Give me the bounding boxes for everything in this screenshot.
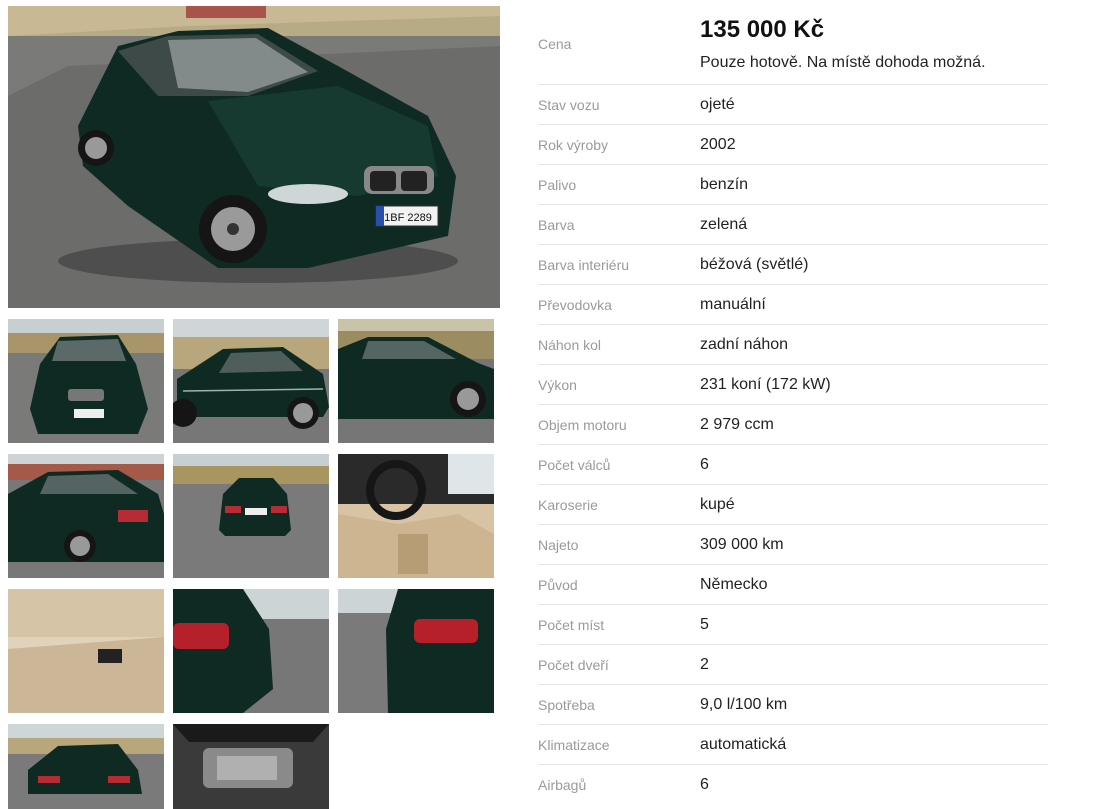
spec-label: Palivo xyxy=(538,176,577,193)
spec-label: Karoserie xyxy=(538,496,598,513)
spec-row: Najeto 309 000 km xyxy=(538,525,1048,565)
license-plate: 1BF 2289 xyxy=(384,212,432,224)
thumbnail-6[interactable] xyxy=(338,454,494,578)
spec-value: benzín xyxy=(700,175,749,193)
spec-row: Počet míst 5 xyxy=(538,605,1048,645)
spec-row: Náhon kol zadní náhon xyxy=(538,325,1048,365)
spec-row: Původ Německo xyxy=(538,565,1048,605)
spec-row: Převodovka manuální xyxy=(538,285,1048,325)
spec-label: Původ xyxy=(538,576,578,593)
spec-row: Palivo benzín xyxy=(538,165,1048,205)
spec-label: Najeto xyxy=(538,536,579,553)
spec-value: 309 000 km xyxy=(700,535,784,553)
spec-row: Výkon 231 koní (172 kW) xyxy=(538,365,1048,405)
spec-label: Stav vozu xyxy=(538,96,600,113)
spec-value: 2 979 ccm xyxy=(700,415,774,433)
spec-value: 5 xyxy=(700,615,709,633)
spec-table: Cena 135 000 Kč Pouze hotově. Na místě d… xyxy=(538,8,1048,804)
spec-value: kupé xyxy=(700,495,735,513)
spec-row: Počet válců 6 xyxy=(538,445,1048,485)
spec-value: manuální xyxy=(700,295,766,313)
spec-value: zadní náhon xyxy=(700,335,789,353)
spec-row: Spotřeba 9,0 l/100 km xyxy=(538,685,1048,725)
car-rear-thumb xyxy=(8,724,164,809)
thumbnail-1[interactable] xyxy=(8,319,164,443)
price-value: 135 000 Kč xyxy=(700,16,825,43)
spec-label: Spotřeba xyxy=(538,696,595,713)
spec-label: Objem motoru xyxy=(538,416,627,433)
car-rear-thumb xyxy=(173,454,329,578)
spec-row: Airbagů 6 xyxy=(538,765,1048,804)
main-photo[interactable]: 1BF 2289 xyxy=(8,6,500,308)
spec-label: Převodovka xyxy=(538,296,612,313)
price-row: Cena 135 000 Kč Pouze hotově. Na místě d… xyxy=(538,8,1048,85)
spec-value: 6 xyxy=(700,455,709,473)
thumbnail-8[interactable] xyxy=(173,589,329,713)
spec-row: Klimatizace automatická xyxy=(538,725,1048,765)
spec-value: 6 xyxy=(700,775,709,793)
thumbnail-5[interactable] xyxy=(173,454,329,578)
spec-label: Barva xyxy=(538,216,575,233)
spec-label: Rok výroby xyxy=(538,136,609,153)
car-front-photo: 1BF 2289 xyxy=(8,6,500,308)
thumbnail-7[interactable] xyxy=(8,589,164,713)
spec-label: Barva interiéru xyxy=(538,256,630,273)
engine-bay-thumb xyxy=(173,724,329,809)
rear-seats-thumb xyxy=(8,589,164,713)
car-rear-side-thumb xyxy=(8,454,164,578)
spec-label: Počet válců xyxy=(538,456,611,473)
spec-value: automatická xyxy=(700,735,787,753)
car-front-thumb xyxy=(8,319,164,443)
spec-value: zelená xyxy=(700,215,748,233)
spec-label: Výkon xyxy=(538,376,577,393)
interior-dashboard-thumb xyxy=(338,454,494,578)
spec-row: Počet dveří 2 xyxy=(538,645,1048,685)
price-note: Pouze hotově. Na místě dohoda možná. xyxy=(700,54,986,71)
spec-row: Rok výroby 2002 xyxy=(538,125,1048,165)
spec-label: Náhon kol xyxy=(538,336,602,353)
spec-row: Karoserie kupé xyxy=(538,485,1048,525)
spec-label: Klimatizace xyxy=(538,736,610,753)
car-side-thumb xyxy=(173,319,329,443)
spec-label: Airbagů xyxy=(538,776,587,793)
spec-label: Počet dveří xyxy=(538,656,609,673)
spec-value: 2 xyxy=(700,655,709,673)
thumbnail-2[interactable] xyxy=(173,319,329,443)
spec-label: Počet míst xyxy=(538,616,605,633)
car-taillight-thumb xyxy=(338,589,494,713)
thumbnail-9[interactable] xyxy=(338,589,494,713)
thumbnail-10[interactable] xyxy=(8,724,164,809)
spec-row: Barva interiéru béžová (světlé) xyxy=(538,245,1048,285)
spec-value: 9,0 l/100 km xyxy=(700,695,788,713)
car-side-thumb xyxy=(338,319,494,443)
spec-value: ojeté xyxy=(700,95,735,113)
spec-value: Německo xyxy=(700,575,768,593)
thumbnail-4[interactable] xyxy=(8,454,164,578)
thumbnail-3[interactable] xyxy=(338,319,494,443)
spec-value: 2002 xyxy=(700,135,736,153)
spec-row: Barva zelená xyxy=(538,205,1048,245)
thumbnail-11[interactable] xyxy=(173,724,329,809)
car-taillight-thumb xyxy=(173,589,329,713)
spec-row: Stav vozu ojeté xyxy=(538,85,1048,125)
spec-value: 231 koní (172 kW) xyxy=(700,375,831,393)
price-label: Cena xyxy=(538,36,572,52)
spec-row: Objem motoru 2 979 ccm xyxy=(538,405,1048,445)
spec-value: béžová (světlé) xyxy=(700,255,809,273)
